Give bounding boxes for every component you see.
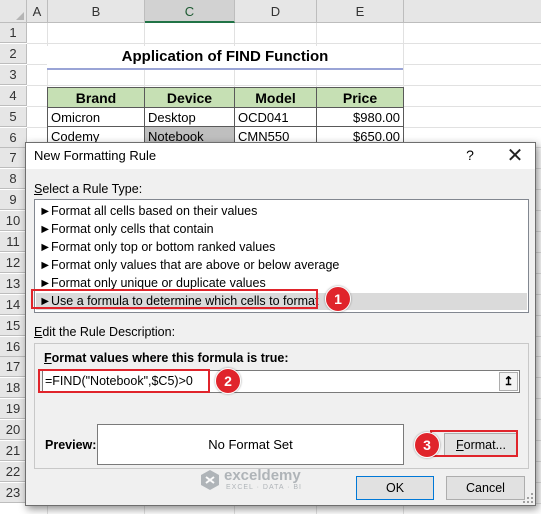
row-header[interactable]: 18 xyxy=(0,378,27,399)
select-rule-type-label: Select a Rule Type: xyxy=(34,182,143,196)
row-header[interactable]: 15 xyxy=(0,315,27,336)
resize-grip-icon[interactable] xyxy=(523,493,533,503)
rule-type-item[interactable]: ►Format all cells based on their values xyxy=(39,203,524,220)
row-header[interactable]: 23 xyxy=(0,482,27,503)
accelerator-key: F xyxy=(44,351,52,365)
row-header[interactable]: 3 xyxy=(0,64,27,85)
row-header[interactable]: 1 xyxy=(0,23,27,43)
watermark-name: exceldemy xyxy=(224,467,301,484)
rule-type-item[interactable]: ►Format only values that are above or be… xyxy=(39,257,524,274)
arrow-right-icon: ► xyxy=(39,240,52,254)
row-header[interactable]: 20 xyxy=(0,420,27,441)
column-header-a[interactable]: A xyxy=(27,0,48,23)
table-header-device[interactable]: Device xyxy=(144,87,235,108)
arrow-right-icon: ► xyxy=(39,258,52,272)
row-header[interactable]: 8 xyxy=(0,169,27,190)
row-header[interactable]: 12 xyxy=(0,252,27,273)
table-header-brand[interactable]: Brand xyxy=(47,87,145,108)
column-header-b[interactable]: B xyxy=(48,0,145,23)
column-header-c[interactable]: C xyxy=(145,0,235,23)
table-header-price[interactable]: Price xyxy=(316,87,404,108)
arrow-right-icon: ► xyxy=(39,222,52,236)
column-header-e[interactable]: E xyxy=(317,0,404,23)
rule-type-item[interactable]: ►Format only cells that contain xyxy=(39,221,524,238)
select-all-corner[interactable] xyxy=(0,0,27,23)
step-badge-2: 2 xyxy=(215,368,241,394)
table-cell[interactable]: Omicron xyxy=(47,107,145,127)
sheet-title[interactable]: Application of FIND Function xyxy=(47,46,403,70)
dialog-title: New Formatting Rule xyxy=(34,148,157,163)
row-header[interactable]: 19 xyxy=(0,399,27,420)
preview-label: Preview: xyxy=(45,438,97,452)
cancel-button[interactable]: Cancel xyxy=(446,476,525,500)
row-header[interactable]: 5 xyxy=(0,106,27,127)
row-header[interactable]: 22 xyxy=(0,461,27,482)
watermark-tagline: EXCEL · DATA · BI xyxy=(226,484,302,491)
table-cell[interactable]: Desktop xyxy=(144,107,235,127)
collapse-dialog-icon[interactable]: ↥ xyxy=(499,372,518,391)
column-header-blank xyxy=(404,0,541,23)
exceldemy-logo-icon xyxy=(201,470,219,490)
row-header[interactable]: 4 xyxy=(0,85,27,106)
ok-button[interactable]: OK xyxy=(356,476,434,500)
row-header[interactable]: 2 xyxy=(0,43,27,64)
row-header[interactable]: 13 xyxy=(0,273,27,294)
table-header-model[interactable]: Model xyxy=(234,87,317,108)
row-header[interactable]: 17 xyxy=(0,357,27,378)
rule-type-item[interactable]: ►Format only top or bottom ranked values xyxy=(39,239,524,256)
row-header[interactable]: 6 xyxy=(0,127,27,148)
row-header[interactable]: 16 xyxy=(0,336,27,357)
close-icon[interactable]: ✕ xyxy=(501,144,529,168)
table-cell[interactable]: $980.00 xyxy=(316,107,404,127)
highlight-box-formula xyxy=(38,369,210,393)
dialog-titlebar[interactable]: New Formatting Rule ? ✕ xyxy=(26,143,535,169)
arrow-right-icon: ► xyxy=(39,204,52,218)
row-header[interactable]: 21 xyxy=(0,441,27,461)
row-header[interactable]: 14 xyxy=(0,294,27,315)
column-header-d[interactable]: D xyxy=(235,0,317,23)
preview-box: No Format Set xyxy=(97,424,404,465)
row-header[interactable]: 7 xyxy=(0,148,27,169)
row-header[interactable]: 11 xyxy=(0,232,27,252)
watermark: exceldemy EXCEL · DATA · BI xyxy=(200,467,360,497)
row-header[interactable]: 9 xyxy=(0,190,27,211)
step-badge-3: 3 xyxy=(414,432,440,458)
table-cell[interactable]: OCD041 xyxy=(234,107,317,127)
help-button[interactable]: ? xyxy=(462,147,478,165)
step-badge-1: 1 xyxy=(325,286,351,312)
row-header[interactable]: 10 xyxy=(0,211,27,232)
highlight-box-format xyxy=(430,430,518,457)
formula-label: Format values where this formula is true… xyxy=(44,351,289,365)
highlight-box-rule xyxy=(31,289,318,309)
edit-description-label: Edit the Rule Description: xyxy=(34,325,176,339)
